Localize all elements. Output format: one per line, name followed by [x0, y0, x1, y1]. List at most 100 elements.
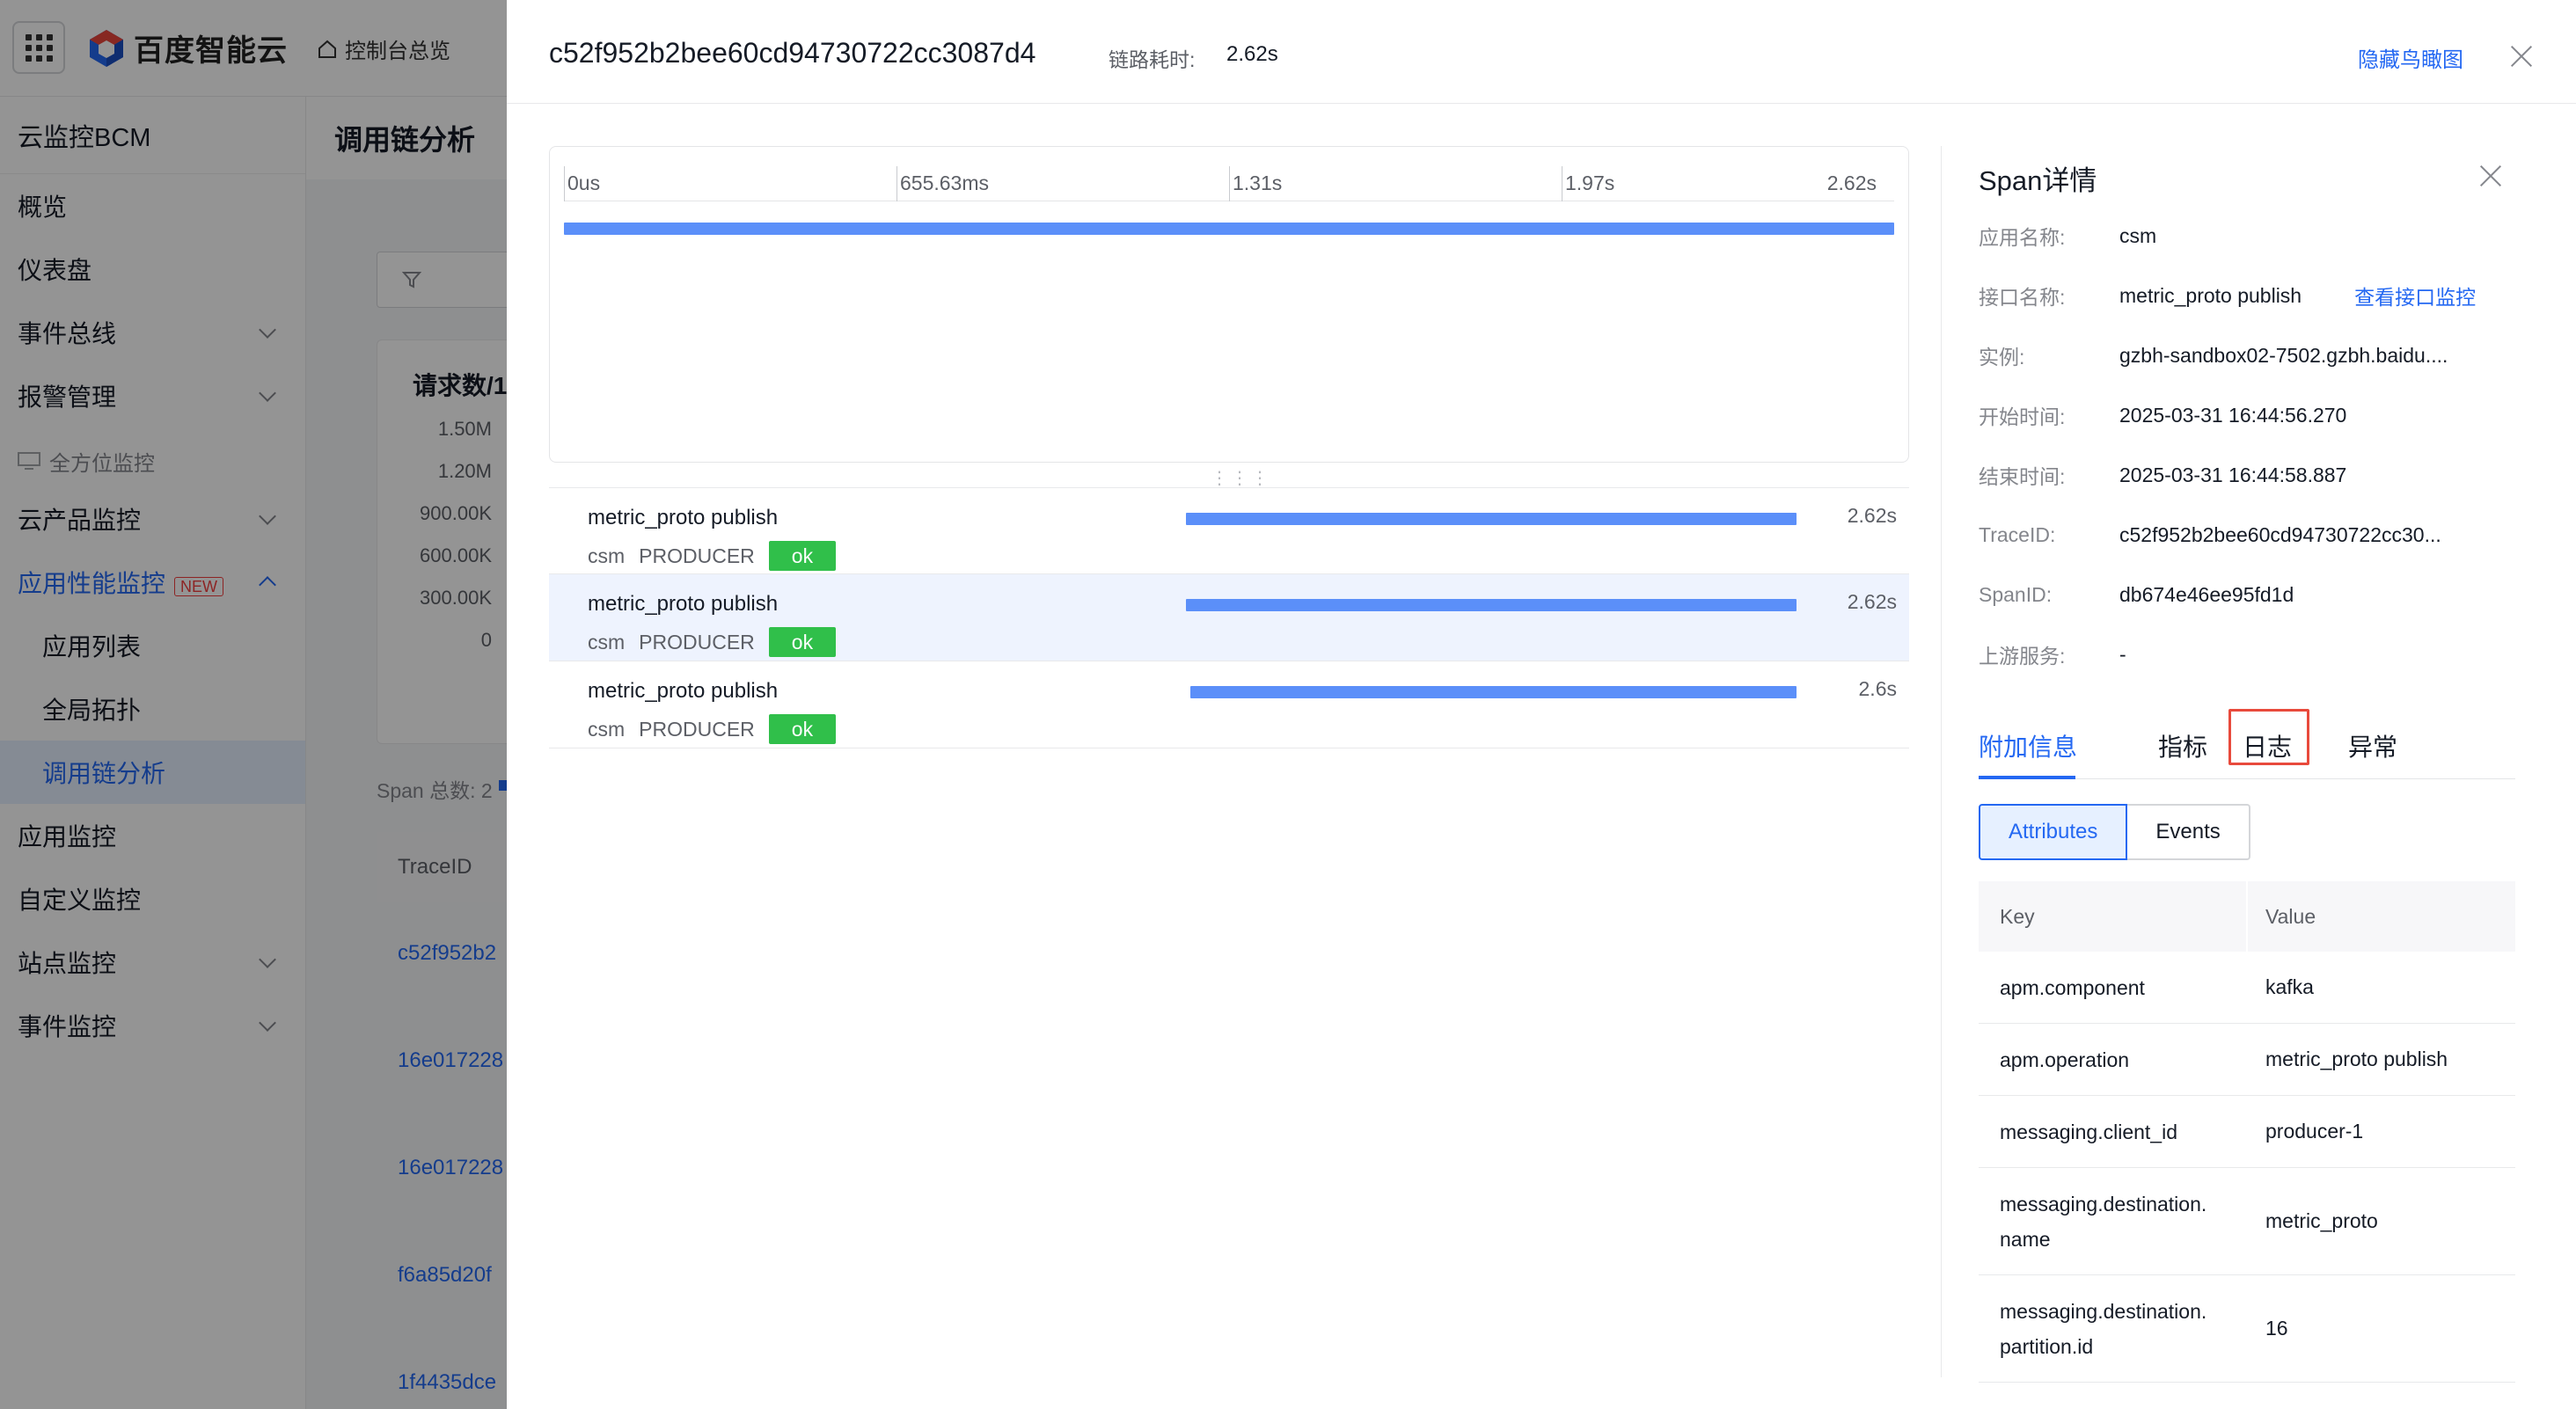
span-duration-bar [1190, 686, 1797, 698]
table-row: apm.operation metric_proto publish [1979, 1024, 2515, 1096]
table-row: messaging.destination. name metric_proto [1979, 1168, 2515, 1275]
timeline-tick-label: 2.62s [1826, 172, 1877, 194]
field-key: SpanID: [1979, 582, 2053, 606]
timeline-tick-label: 1.31s [1229, 166, 1282, 201]
field-value: 2025-03-31 16:44:58.887 [2119, 463, 2347, 486]
attribute-value: producer-1 [2265, 1120, 2364, 1143]
timeline-tick-label: 0us [564, 166, 600, 201]
attributes-events-switch: Attributes Events [1979, 804, 2250, 860]
detail-field: 实例: gzbh-sandbox02-7502.gzbh.baidu.... [1979, 338, 2448, 373]
table-row: apm.component kafka [1979, 952, 2515, 1024]
span-service: csm [588, 630, 626, 653]
timeline-overview-bar [564, 223, 1894, 235]
span-meta: csm PRODUCER ok [588, 714, 837, 744]
span-duration-bar [1186, 513, 1797, 525]
span-duration: 2.6s [1858, 677, 1897, 700]
detail-field: 接口名称: metric_proto publish 查看接口监控 [1979, 278, 2476, 313]
field-key: 接口名称: [1979, 286, 2066, 309]
timeline-tick-label: 655.63ms [896, 166, 989, 201]
field-value: csm [2119, 223, 2157, 247]
attribute-value: 16 [2265, 1317, 2288, 1340]
field-value: gzbh-sandbox02-7502.gzbh.baidu.... [2119, 343, 2448, 367]
field-key: 应用名称: [1979, 226, 2066, 249]
field-key: 开始时间: [1979, 405, 2066, 428]
span-name: metric_proto publish [588, 679, 779, 703]
span-service: csm [588, 544, 626, 567]
timeline-overview: 0us 655.63ms 1.31s 1.97s 2.62s [549, 146, 1909, 463]
table-row: messaging.client_id producer-1 [1979, 1096, 2515, 1168]
span-meta: csm PRODUCER ok [588, 541, 837, 571]
span-duration-bar [1186, 599, 1797, 611]
attribute-key-line: apm.component [2000, 975, 2145, 999]
detail-field: 结束时间: 2025-03-31 16:44:58.887 [1979, 457, 2346, 493]
span-name: metric_proto publish [588, 592, 779, 616]
span-list: metric_proto publish csm PRODUCER ok 2.62s me… [549, 487, 1909, 748]
span-kind: PRODUCER [639, 717, 755, 741]
timeline-tick-label: 1.97s [1562, 166, 1614, 201]
value-column-header: Value [2265, 904, 2316, 928]
attribute-key: apm.operation [1979, 1024, 2248, 1095]
span-service: csm [588, 717, 626, 741]
attribute-key: messaging.destination. partition.id [1979, 1275, 2248, 1382]
attributes-table-header: Key Value [1979, 881, 2515, 952]
trace-duration-label: 链路耗时: [1109, 48, 1196, 71]
attributes-toggle[interactable]: Attributes [1979, 804, 2128, 860]
timeline-ticks: 0us 655.63ms 1.31s 1.97s 2.62s [564, 166, 1894, 201]
table-row: messaging.destination. partition.id 16 [1979, 1275, 2515, 1383]
hide-minimap-link[interactable]: 隐藏鸟瞰图 [2358, 42, 2463, 73]
attribute-value: metric_proto publish [2265, 1048, 2448, 1070]
span-row[interactable]: metric_proto publish csm PRODUCER ok 2.62s [549, 574, 1909, 661]
status-badge: ok [768, 541, 837, 571]
status-badge: ok [768, 714, 837, 744]
events-toggle[interactable]: Events [2127, 804, 2250, 860]
view-interface-monitor-link[interactable]: 查看接口监控 [2354, 281, 2476, 310]
field-value: - [2119, 642, 2126, 666]
attribute-key-line: messaging.destination. [2000, 1192, 2207, 1216]
field-value: db674e46ee95fd1d [2119, 582, 2294, 606]
detail-field: TraceID: c52f952b2bee60cd94730722cc30... [1979, 517, 2441, 552]
field-value: 2025-03-31 16:44:56.270 [2119, 403, 2347, 427]
span-detail-title: Span详情 [1979, 165, 2097, 196]
detail-field: 应用名称: csm [1979, 218, 2156, 253]
attribute-key-line: partition.id [2000, 1334, 2094, 1358]
span-row[interactable]: metric_proto publish csm PRODUCER ok 2.62s [549, 487, 1909, 574]
attribute-key: apm.component [1979, 952, 2248, 1023]
tab-extra-info[interactable]: 附加信息 [1979, 728, 2077, 763]
tab-logs[interactable]: 日志 [2243, 728, 2292, 763]
field-key: 上游服务: [1979, 645, 2066, 668]
field-key: TraceID: [1979, 522, 2056, 546]
attribute-key-line: name [2000, 1227, 2051, 1251]
resize-handle-icon[interactable]: ⋮⋮⋮ [1211, 467, 1271, 489]
span-detail-panel: Span详情 应用名称: csm 接口名称: metric_proto publish… [1941, 146, 2576, 1383]
trace-duration-value: 2.62s [1226, 42, 1278, 66]
tab-exceptions[interactable]: 异常 [2348, 728, 2397, 763]
attribute-key-line: messaging.destination. [2000, 1299, 2207, 1323]
span-name: metric_proto publish [588, 506, 779, 529]
attribute-key: messaging.destination. name [1979, 1168, 2248, 1274]
attributes-table-body: apm.component kafka apm.operation metric_pr… [1979, 952, 2515, 1383]
trace-id-title: c52f952b2bee60cd94730722cc3087d4 [549, 37, 1036, 69]
span-duration: 2.62s [1847, 504, 1897, 527]
span-row[interactable]: metric_proto publish csm PRODUCER ok 2.6s [549, 661, 1909, 748]
tab-metrics[interactable]: 指标 [2158, 728, 2207, 763]
drawer-header: c52f952b2bee60cd94730722cc3087d4 链路耗时: 2… [507, 0, 2576, 104]
field-key: 实例: [1979, 346, 2025, 369]
span-kind: PRODUCER [639, 630, 755, 653]
close-icon[interactable] [2478, 164, 2503, 188]
span-meta: csm PRODUCER ok [588, 627, 837, 657]
span-duration: 2.62s [1847, 590, 1897, 613]
attribute-value: kafka [2265, 975, 2314, 998]
detail-field: SpanID: db674e46ee95fd1d [1979, 577, 2294, 612]
active-tab-indicator [1979, 776, 2075, 779]
attribute-key: messaging.client_id [1979, 1096, 2248, 1167]
attribute-key-line: messaging.client_id [2000, 1120, 2178, 1143]
attributes-table: Key Value apm.component kafka apm.operatio… [1979, 881, 2515, 1383]
detail-field: 上游服务: - [1979, 637, 2126, 672]
trace-detail-drawer: c52f952b2bee60cd94730722cc3087d4 链路耗时: 2… [507, 0, 2576, 1409]
status-badge: ok [768, 627, 837, 657]
span-kind: PRODUCER [639, 544, 755, 567]
field-key: 结束时间: [1979, 465, 2066, 488]
attribute-value: metric_proto [2265, 1209, 2378, 1232]
close-icon[interactable] [2509, 44, 2534, 69]
field-value: metric_proto publish [2119, 283, 2302, 307]
